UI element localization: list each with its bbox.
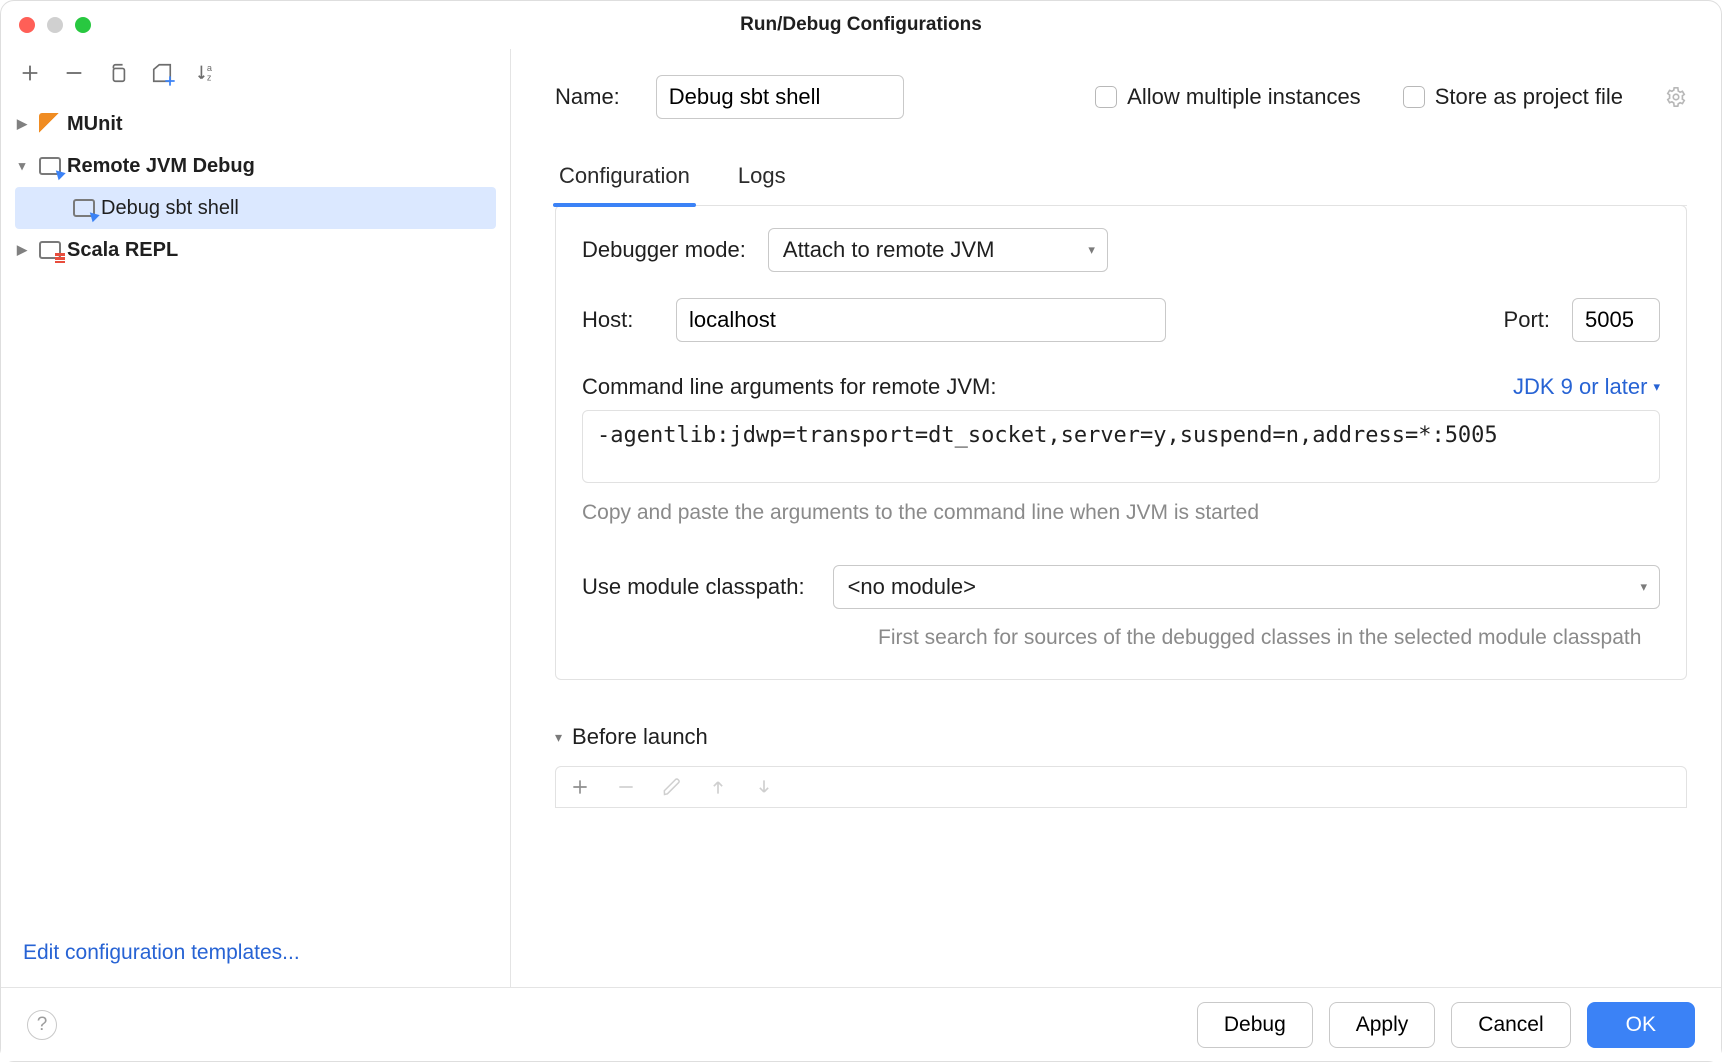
module-classpath-hint: First search for sources of the debugged…: [878, 623, 1660, 653]
port-label: Port:: [1504, 307, 1550, 333]
host-label: Host:: [582, 307, 654, 333]
module-classpath-select[interactable]: <no module> ▾: [833, 565, 1660, 609]
configuration-panel: Debugger mode: Attach to remote JVM ▾ Ho…: [555, 205, 1687, 680]
debug-button[interactable]: Debug: [1197, 1002, 1313, 1048]
chevron-right-icon: ▶: [11, 116, 33, 132]
tab-configuration[interactable]: Configuration: [555, 151, 694, 205]
munit-icon: [39, 113, 61, 135]
titlebar: Run/Debug Configurations: [1, 1, 1721, 49]
cmd-args-field[interactable]: -agentlib:jdwp=transport=dt_socket,serve…: [582, 410, 1660, 483]
chevron-down-icon: ▾: [1088, 242, 1095, 258]
save-config-button[interactable]: [151, 62, 173, 84]
name-label: Name:: [555, 84, 620, 110]
tree-item-label: MUnit: [67, 113, 123, 136]
debugger-mode-label: Debugger mode:: [582, 237, 746, 263]
chevron-right-icon: ▶: [11, 242, 33, 258]
before-launch-label: Before launch: [572, 724, 708, 750]
module-classpath-value: <no module>: [848, 574, 976, 600]
cmd-args-label: Command line arguments for remote JVM:: [582, 374, 997, 400]
tree-item-remote-jvm[interactable]: ▾ Remote JVM Debug: [1, 145, 510, 187]
module-classpath-label: Use module classpath:: [582, 574, 805, 600]
chevron-down-icon: ▾: [555, 729, 562, 746]
tree-item-debug-sbt-shell[interactable]: Debug sbt shell: [15, 187, 496, 229]
tree-item-label: Remote JVM Debug: [67, 155, 255, 178]
remote-jvm-icon: [39, 157, 61, 175]
sidebar-toolbar: az: [1, 49, 510, 97]
svg-text:z: z: [207, 72, 212, 82]
chevron-down-icon: ▾: [1653, 379, 1660, 395]
before-launch-toolbar: [555, 766, 1687, 808]
chevron-down-icon: ▾: [1640, 579, 1647, 595]
sidebar: az ▶ MUnit ▾ Remote JVM Debug Debug sbt …: [1, 49, 511, 987]
remove-config-button[interactable]: [63, 62, 85, 84]
move-down-button[interactable]: [754, 777, 774, 797]
remote-jvm-icon: [73, 199, 95, 217]
config-tree: ▶ MUnit ▾ Remote JVM Debug Debug sbt she…: [1, 97, 510, 925]
gear-icon[interactable]: [1665, 86, 1687, 108]
allow-multiple-label: Allow multiple instances: [1127, 84, 1361, 110]
before-launch-toggle[interactable]: ▾ Before launch: [555, 724, 1687, 750]
edit-templates-link[interactable]: Edit configuration templates...: [23, 941, 300, 964]
window-title: Run/Debug Configurations: [1, 14, 1721, 36]
apply-button[interactable]: Apply: [1329, 1002, 1436, 1048]
add-task-button[interactable]: [570, 777, 590, 797]
debugger-mode-select[interactable]: Attach to remote JVM ▾: [768, 228, 1108, 272]
remove-task-button[interactable]: [616, 777, 636, 797]
sort-config-button[interactable]: az: [195, 62, 217, 84]
dialog-footer: ? Debug Apply Cancel OK: [1, 987, 1721, 1061]
scala-repl-icon: [39, 241, 61, 259]
tree-item-label: Scala REPL: [67, 239, 178, 262]
tree-item-munit[interactable]: ▶ MUnit: [1, 103, 510, 145]
jdk-link-label: JDK 9 or later: [1513, 374, 1648, 400]
add-config-button[interactable]: [19, 62, 41, 84]
chevron-down-icon: ▾: [11, 158, 33, 174]
config-tabs: Configuration Logs: [555, 151, 1687, 206]
copy-config-button[interactable]: [107, 62, 129, 84]
checkbox-icon: [1095, 86, 1117, 108]
debugger-mode-value: Attach to remote JVM: [783, 237, 995, 263]
content: Name: Allow multiple instances Store as …: [511, 49, 1721, 987]
help-button[interactable]: ?: [27, 1010, 57, 1040]
jdk-version-dropdown[interactable]: JDK 9 or later ▾: [1513, 374, 1660, 400]
edit-task-button[interactable]: [662, 777, 682, 797]
cmd-args-hint: Copy and paste the arguments to the comm…: [582, 501, 1660, 525]
port-input[interactable]: [1572, 298, 1660, 342]
store-as-project-checkbox[interactable]: Store as project file: [1403, 84, 1623, 110]
ok-button[interactable]: OK: [1587, 1002, 1695, 1048]
cancel-button[interactable]: Cancel: [1451, 1002, 1570, 1048]
move-up-button[interactable]: [708, 777, 728, 797]
tree-item-label: Debug sbt shell: [101, 197, 239, 220]
before-launch-section: ▾ Before launch: [555, 724, 1687, 808]
tab-logs[interactable]: Logs: [734, 151, 790, 205]
name-input[interactable]: [656, 75, 904, 119]
host-input[interactable]: [676, 298, 1166, 342]
tree-item-scala-repl[interactable]: ▶ Scala REPL: [1, 229, 510, 271]
allow-multiple-checkbox[interactable]: Allow multiple instances: [1095, 84, 1361, 110]
store-as-project-label: Store as project file: [1435, 84, 1623, 110]
checkbox-icon: [1403, 86, 1425, 108]
